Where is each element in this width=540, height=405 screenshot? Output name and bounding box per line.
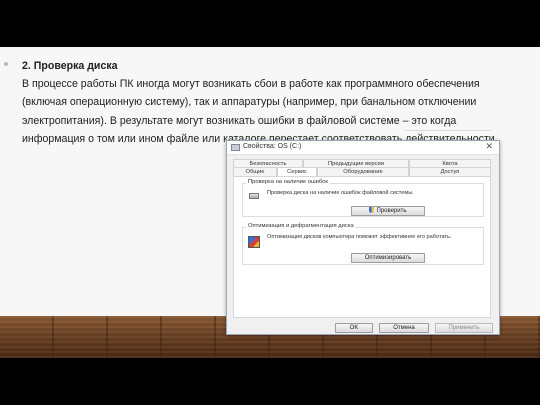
bullet-marker (4, 62, 8, 66)
defrag-icon (248, 236, 260, 248)
slide-paragraph: В процессе работы ПК иногда могут возник… (22, 78, 498, 145)
disk-icon (249, 193, 259, 199)
shield-icon (369, 207, 375, 213)
tabs-row-2: Общие Сервис Оборудование Доступ (233, 167, 491, 177)
ok-button[interactable]: OK (335, 323, 373, 333)
tab-sharing[interactable]: Доступ (409, 167, 491, 176)
cancel-button[interactable]: Отмена (379, 323, 429, 333)
close-icon[interactable]: ✕ (485, 141, 493, 152)
service-panel: Проверка на наличие ошибок Проверка диск… (233, 176, 491, 318)
dialog-titlebar[interactable]: Свойства: OS (C:) ✕ (227, 141, 499, 155)
error-check-title: Проверка на наличие ошибок (246, 179, 330, 185)
dialog-title: Свойства: OS (C:) (243, 143, 302, 150)
optimize-description: Оптимизация дисков компьютера поможет эф… (267, 234, 452, 240)
bottom-black-bar (0, 358, 540, 405)
optimize-title: Оптимизация и дефрагментация диска (246, 223, 356, 229)
slide-text-block: 2. Проверка диска В процессе работы ПК и… (22, 57, 522, 148)
check-button-label: Проверить (376, 208, 407, 214)
error-check-group: Проверка на наличие ошибок Проверка диск… (242, 179, 484, 217)
optimize-button[interactable]: Оптимизировать (351, 253, 425, 263)
properties-dialog: Свойства: OS (C:) ✕ Безопасность Предыду… (226, 140, 500, 335)
slide-heading: 2. Проверка диска (22, 60, 118, 72)
optimize-group: Оптимизация и дефрагментация диска Оптим… (242, 223, 484, 265)
tab-general[interactable]: Общие (233, 167, 277, 176)
top-black-bar (0, 0, 540, 47)
apply-button[interactable]: Применить (435, 323, 493, 333)
error-check-description: Проверка диска на наличие ошибок файлово… (267, 190, 414, 196)
faint-underline (405, 130, 491, 131)
check-button[interactable]: Проверить (351, 206, 425, 216)
tab-hardware[interactable]: Оборудование (317, 167, 409, 176)
drive-icon (231, 144, 240, 151)
